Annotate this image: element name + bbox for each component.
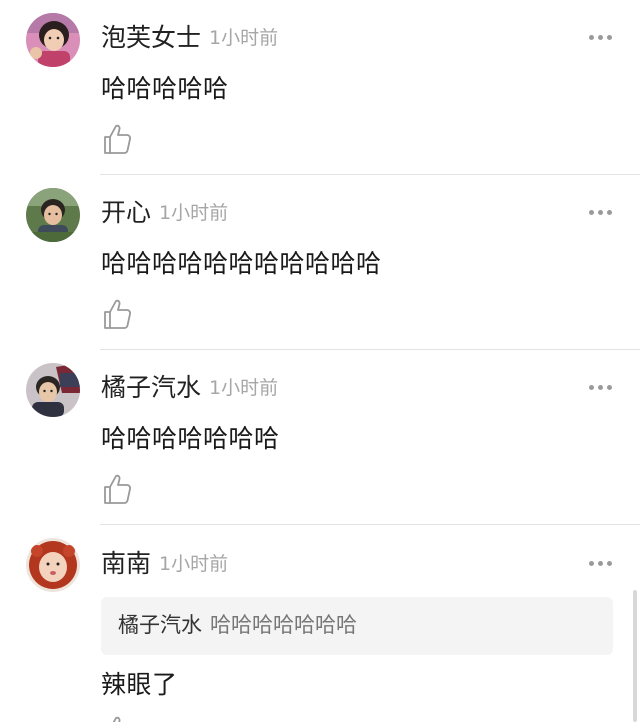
comment-timestamp: 1小时前 (159, 202, 229, 224)
comment-divider (100, 524, 640, 525)
quoted-reply-content: 橘子汽水 哈哈哈哈哈哈哈 (118, 611, 357, 639)
comment-username[interactable]: 橘子汽水 1小时前 (101, 373, 278, 403)
girl-avatar-icon[interactable] (26, 13, 80, 67)
comment-text: 辣眼了 (101, 670, 178, 699)
scrollbar[interactable] (633, 590, 637, 722)
comment-username[interactable]: 开心 1小时前 (101, 198, 228, 228)
comment-timestamp: 1小时前 (159, 553, 229, 575)
comment-feed: 泡芙女士 1小时前 哈哈哈哈哈 开心 1小时前 哈哈哈哈哈哈哈哈哈哈哈 橘子汽水… (0, 0, 640, 722)
more-dots-icon[interactable] (589, 35, 612, 40)
comment-divider (100, 174, 640, 175)
username-label[interactable]: 泡芙女士 (101, 23, 201, 52)
username-label[interactable]: 南南 (101, 549, 151, 578)
quoted-text: 哈哈哈哈哈哈哈 (210, 613, 357, 637)
quoted-username[interactable]: 橘子汽水 (118, 613, 202, 637)
more-dots-icon[interactable] (589, 385, 612, 390)
comment-divider (100, 349, 640, 350)
comment-text: 哈哈哈哈哈 (101, 74, 229, 103)
more-dots-icon[interactable] (589, 210, 612, 215)
comment-timestamp: 1小时前 (209, 27, 279, 49)
username-label[interactable]: 橘子汽水 (101, 373, 201, 402)
thumbs-up-icon[interactable] (102, 298, 132, 334)
comment-text: 哈哈哈哈哈哈哈 (101, 424, 280, 453)
lion-costume-avatar-icon[interactable] (26, 538, 80, 592)
boy-car-avatar-icon[interactable] (26, 363, 80, 417)
thumbs-up-icon[interactable] (102, 123, 132, 159)
more-dots-icon[interactable] (589, 561, 612, 566)
username-label[interactable]: 开心 (101, 198, 151, 227)
quoted-reply[interactable]: 橘子汽水 哈哈哈哈哈哈哈 (101, 597, 613, 655)
comment-username[interactable]: 南南 1小时前 (101, 549, 228, 579)
comment-text: 哈哈哈哈哈哈哈哈哈哈哈 (101, 249, 382, 278)
comment-username[interactable]: 泡芙女士 1小时前 (101, 23, 278, 53)
boy-avatar-icon[interactable] (26, 188, 80, 242)
thumbs-up-icon[interactable] (102, 473, 132, 509)
comment-timestamp: 1小时前 (209, 377, 279, 399)
thumbs-up-icon[interactable] (102, 715, 132, 722)
